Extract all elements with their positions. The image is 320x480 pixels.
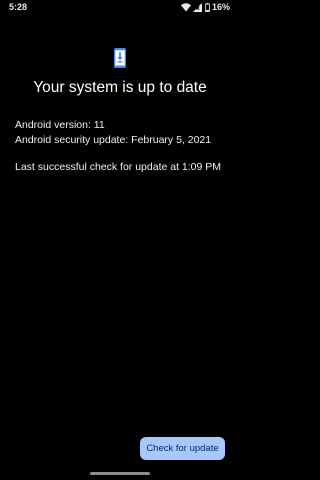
status-time: 5:28 (9, 2, 28, 12)
signal-icon (192, 2, 202, 12)
status-icons: 16% (180, 2, 230, 12)
page-title: Your system is up to date (33, 79, 207, 96)
battery-percentage: 16% (211, 2, 230, 12)
wifi-icon (180, 2, 191, 12)
navigation-handle[interactable] (90, 472, 150, 475)
system-update-icon (114, 48, 126, 68)
android-version-text: Android version: 11 (15, 119, 105, 131)
battery-icon (205, 2, 210, 12)
check-for-update-button[interactable]: Check for update (140, 437, 225, 460)
last-check-text: Last successful check for update at 1:09… (15, 161, 222, 173)
security-update-text: Android security update: February 5, 202… (15, 134, 212, 146)
status-bar: 5:28 16% (0, 0, 240, 14)
